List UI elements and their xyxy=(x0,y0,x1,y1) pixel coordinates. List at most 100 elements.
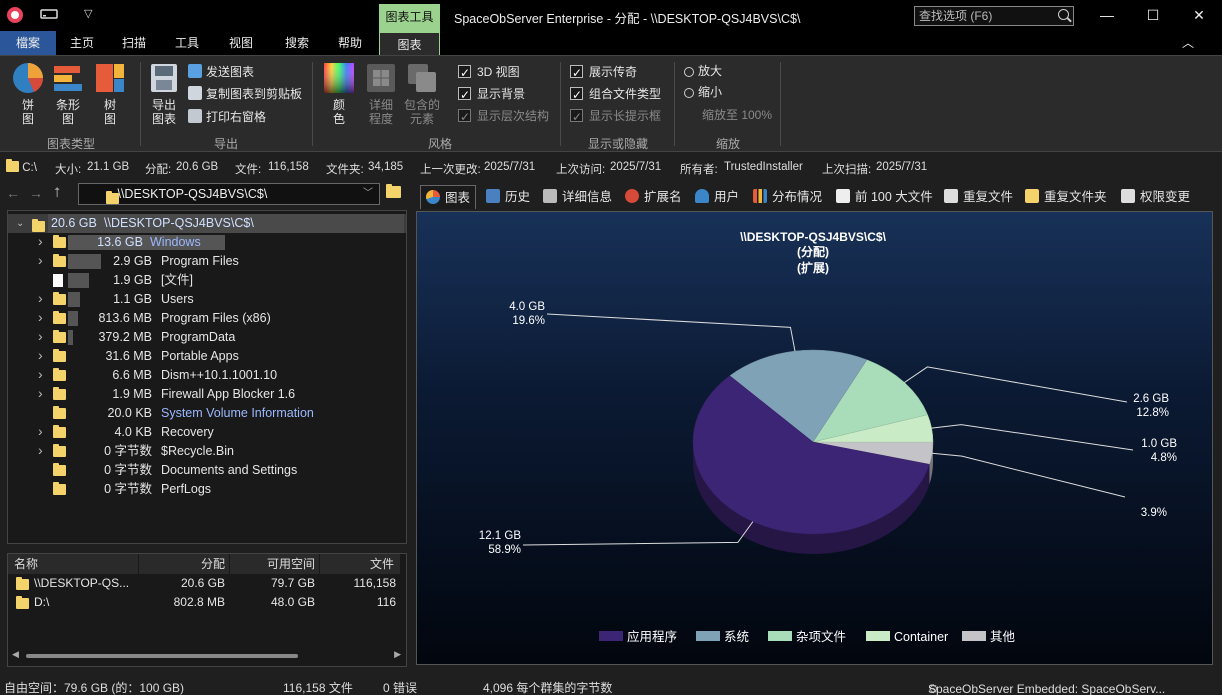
tree-row[interactable]: › 379.2 MB ProgramData xyxy=(8,328,406,347)
list-row[interactable]: \\DESKTOP-QS... 20.6 GB 79.7 GB 116,158 xyxy=(8,574,406,593)
show-background-checkbox[interactable]: 显示背景 xyxy=(458,84,525,105)
tab-users[interactable]: 用户 xyxy=(695,185,739,209)
tab-extensions[interactable]: 扩展名 xyxy=(625,185,682,209)
tree-row[interactable]: 20.0 KB System Volume Information xyxy=(8,404,406,423)
chevron-right-icon[interactable]: › xyxy=(38,365,43,384)
print-right-pane-button[interactable]: 打印右窗格 xyxy=(188,107,266,127)
send-chart-button[interactable]: 发送图表 xyxy=(188,62,254,82)
search-icon[interactable] xyxy=(1058,9,1069,20)
export-chart-button[interactable]: 导出 图表 xyxy=(146,62,182,126)
legend-label: Container xyxy=(894,630,948,644)
chevron-down-icon[interactable]: ⌄ xyxy=(16,214,24,233)
status-embedded-label: SpaceObServer Embedded: SpaceObServ... xyxy=(928,682,1166,695)
tree-row[interactable]: 1.9 GB [文件] xyxy=(8,271,406,290)
scroll-right-icon[interactable]: ▶ xyxy=(394,649,401,660)
tab-chart[interactable]: 图表 xyxy=(379,31,440,55)
maximize-button[interactable]: ☐ xyxy=(1130,0,1176,31)
chevron-down-icon[interactable]: ﹀ xyxy=(363,184,373,204)
duplicate-files-icon xyxy=(944,189,958,203)
detail-level-button[interactable]: 详细 程度 xyxy=(362,62,400,126)
color-button[interactable]: 颜 色 xyxy=(320,62,358,126)
tab-view[interactable]: 视图 xyxy=(217,31,265,55)
back-arrow-icon[interactable]: ← xyxy=(6,185,20,201)
chevron-right-icon[interactable]: › xyxy=(38,232,43,251)
tab-chart-view[interactable]: 图表 xyxy=(420,185,477,209)
zoom-100-button[interactable]: 缩放至 100% xyxy=(702,105,772,125)
column-header-free[interactable]: 可用空间 xyxy=(230,554,319,574)
tab-history[interactable]: 历史 xyxy=(486,185,530,209)
browse-folder-icon[interactable] xyxy=(386,184,401,200)
tree-root-size: 20.6 GB xyxy=(51,216,97,230)
tab-distribution[interactable]: 分布情况 xyxy=(753,185,822,209)
copy-chart-clipboard-button[interactable]: 复制图表到剪贴板 xyxy=(188,84,302,104)
close-button[interactable]: ✕ xyxy=(1176,0,1222,31)
tab-help[interactable]: 帮助 xyxy=(326,31,374,55)
pie-chart[interactable]: \\DESKTOP-QSJ4BVS\C$\(分配)(扩展) 3.9% 1.0 GB 4… xyxy=(417,212,1213,665)
chevron-right-icon[interactable]: › xyxy=(38,422,43,441)
tree-root-row[interactable]: ⌄ 20.6 GB \\DESKTOP-QSJ4BVS\C$\ xyxy=(8,214,406,233)
zoom-100-label: 缩放至 100% xyxy=(702,108,773,122)
collapse-ribbon-icon[interactable]: ︿ xyxy=(1176,31,1200,55)
tree-row[interactable]: › 813.6 MB Program Files (x86) xyxy=(8,309,406,328)
tab-duplicate-files[interactable]: 重复文件 xyxy=(944,185,1013,209)
chevron-right-icon[interactable]: › xyxy=(38,346,43,365)
scroll-left-icon[interactable]: ◀ xyxy=(12,649,19,660)
list-row[interactable]: D:\ 802.8 MB 48.0 GB 116 xyxy=(8,593,406,612)
chevron-right-icon[interactable]: › xyxy=(38,384,43,403)
zoom-in-button[interactable]: 放大 xyxy=(684,61,722,81)
tab-tools[interactable]: 工具 xyxy=(163,31,211,55)
tab-top-100-files-label: 前 100 大文件 xyxy=(855,190,933,204)
bar-chart-button[interactable]: 条形 图 xyxy=(50,62,86,126)
bar-chart-icon xyxy=(52,62,84,94)
tree-row[interactable]: › 6.6 MB Dism++10.1.1001.10 xyxy=(8,366,406,385)
history-chart-icon xyxy=(486,189,500,203)
column-header-alloc[interactable]: 分配 xyxy=(139,554,229,574)
tree-row[interactable]: › 1.1 GB Users xyxy=(8,290,406,309)
tree-row[interactable]: › 0 字节数 $Recycle.Bin xyxy=(8,442,406,461)
chevron-right-icon[interactable]: › xyxy=(38,327,43,346)
tree-row[interactable]: › 2.9 GB Program Files xyxy=(8,252,406,271)
path-combo-box[interactable]: \\DESKTOP-QSJ4BVS\C$\ ﹀ xyxy=(78,183,380,205)
tree-item-size: 0 字节数 xyxy=(104,482,152,496)
tree-row[interactable]: › 31.6 MB Portable Apps xyxy=(8,347,406,366)
tree-row[interactable]: › 1.9 MB Firewall App Blocker 1.6 xyxy=(8,385,406,404)
show-hierarchy-checkbox[interactable]: 显示层次结构 xyxy=(458,106,549,127)
tab-search[interactable]: 搜索 xyxy=(273,31,321,55)
pie-chart-button[interactable]: 饼 图 xyxy=(8,62,48,126)
quick-access-drive-icon[interactable] xyxy=(40,8,58,23)
tree-row[interactable]: › 13.6 GB Windows xyxy=(8,233,406,252)
tab-details[interactable]: 详细信息 xyxy=(543,185,612,209)
chart-panel[interactable]: \\DESKTOP-QSJ4BVS\C$\ (分配) (扩展) 3.9% 1.0 GB 4… xyxy=(416,211,1213,665)
3d-view-checkbox[interactable]: 3D 视图 xyxy=(458,62,520,83)
column-header-name[interactable]: 名称 xyxy=(8,554,138,574)
zoom-out-button[interactable]: 缩小 xyxy=(684,82,722,102)
tree-map-button[interactable]: 树 图 xyxy=(92,62,128,126)
column-header-files[interactable]: 文件 xyxy=(320,554,400,574)
tab-permission-changes[interactable]: 权限变更 xyxy=(1121,185,1190,209)
tree-row[interactable]: 0 字节数 PerfLogs xyxy=(8,480,406,499)
minimize-button[interactable]: — xyxy=(1084,0,1130,31)
combine-file-types-checkbox[interactable]: 组合文件类型 xyxy=(570,84,661,105)
tab-file[interactable]: 檔案 xyxy=(0,31,56,55)
tab-duplicate-folders[interactable]: 重复文件夹 xyxy=(1025,185,1107,209)
app-logo-icon[interactable] xyxy=(7,7,23,23)
list-cell-files: 116,158 xyxy=(353,576,397,590)
chevron-right-icon[interactable]: › xyxy=(38,251,43,270)
tree-row[interactable]: 0 字节数 Documents and Settings xyxy=(8,461,406,480)
list-horizontal-scrollbar[interactable]: ◀ ▶ xyxy=(8,647,405,665)
tab-home[interactable]: 主页 xyxy=(58,31,106,55)
quick-access-dropdown-icon[interactable]: ▽ xyxy=(84,7,92,20)
scrollbar-thumb[interactable] xyxy=(26,654,298,658)
forward-arrow-icon[interactable]: → xyxy=(29,185,43,201)
up-folder-icon[interactable]: ⭡ xyxy=(54,184,61,201)
show-long-tooltips-checkbox[interactable]: 显示长提示框 xyxy=(570,106,661,127)
chevron-right-icon[interactable]: › xyxy=(38,289,43,308)
show-legend-checkbox[interactable]: 展示传奇 xyxy=(570,62,637,83)
chevron-right-icon[interactable]: › xyxy=(38,308,43,327)
contained-elements-button[interactable]: 包含的 元素 xyxy=(402,62,442,126)
chevron-right-icon[interactable]: › xyxy=(38,441,43,460)
tree-row[interactable]: › 4.0 KB Recovery xyxy=(8,423,406,442)
tab-scan[interactable]: 扫描 xyxy=(110,31,158,55)
tab-top-100-files[interactable]: 前 100 大文件 xyxy=(836,185,933,209)
find-options-search-input[interactable]: 查找选项 (F6) xyxy=(914,6,1074,26)
